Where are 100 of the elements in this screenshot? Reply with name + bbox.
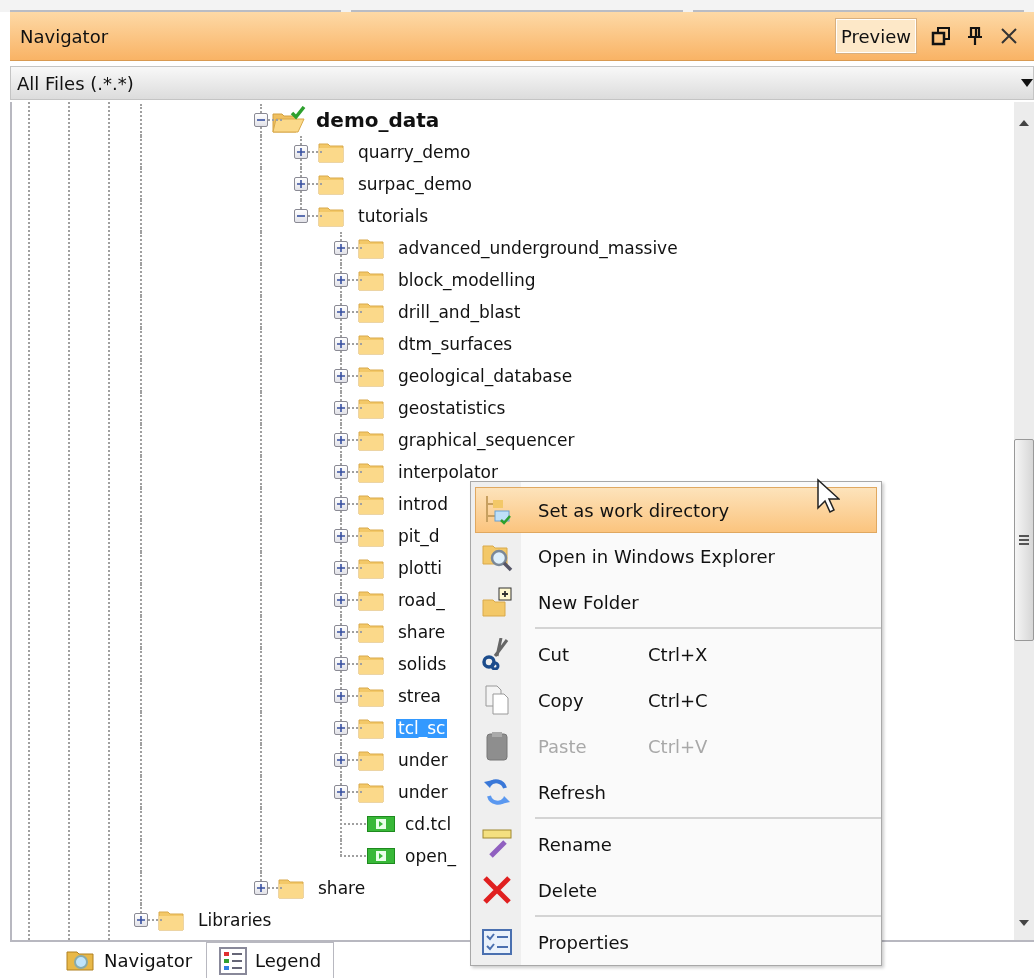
expand-toggle[interactable] xyxy=(334,529,348,543)
tree-item[interactable]: strea xyxy=(396,686,443,706)
plus-icon xyxy=(337,468,345,476)
expand-toggle[interactable] xyxy=(334,593,348,607)
folder-icon xyxy=(318,205,344,227)
scrollbar[interactable] xyxy=(1014,102,1034,940)
tree-item[interactable]: open_ xyxy=(403,846,458,866)
collapse-toggle[interactable] xyxy=(254,113,268,127)
tree-item[interactable]: geostatistics xyxy=(396,398,508,418)
folder-icon xyxy=(358,397,384,419)
expand-toggle[interactable] xyxy=(334,241,348,255)
folder-icon xyxy=(358,653,384,675)
folder-icon xyxy=(358,269,384,291)
tree-item[interactable]: share xyxy=(316,878,368,898)
new-folder-icon xyxy=(481,586,513,618)
folder-icon xyxy=(358,589,384,611)
expand-toggle[interactable] xyxy=(134,913,148,927)
menu-item[interactable]: Refresh xyxy=(475,769,877,815)
plus-icon xyxy=(297,148,305,156)
folder-icon xyxy=(358,685,384,707)
menu-item[interactable]: Open in Windows Explorer xyxy=(475,533,877,579)
legend-icon xyxy=(219,946,248,975)
tree-item[interactable]: interpolator xyxy=(396,462,500,482)
folder-icon xyxy=(358,621,384,643)
folder-icon xyxy=(318,173,344,195)
tree-item[interactable]: geological_database xyxy=(396,366,575,386)
expand-toggle[interactable] xyxy=(334,305,348,319)
folder-icon xyxy=(358,237,384,259)
expand-toggle[interactable] xyxy=(334,337,348,351)
restore-icon xyxy=(931,26,951,46)
collapse-toggle[interactable] xyxy=(294,209,308,223)
plus-icon xyxy=(337,308,345,316)
tree-item[interactable]: tutorials xyxy=(356,206,431,226)
expand-toggle[interactable] xyxy=(334,433,348,447)
scroll-thumb[interactable] xyxy=(1014,439,1034,641)
menu-item[interactable]: Copy Ctrl+C xyxy=(475,677,877,723)
filter-dropdown[interactable]: All Files (.*.*) xyxy=(10,66,1034,100)
expand-toggle[interactable] xyxy=(334,657,348,671)
folder-icon xyxy=(318,141,344,163)
tree-item[interactable]: quarry_demo xyxy=(356,142,473,162)
folder-icon xyxy=(158,909,184,931)
plus-icon xyxy=(297,180,305,188)
plus-icon xyxy=(337,564,345,572)
menu-item[interactable]: Cut Ctrl+X xyxy=(475,631,877,677)
tree-item[interactable]: Libraries xyxy=(196,910,274,930)
tree-item[interactable]: graphical_sequencer xyxy=(396,430,577,450)
expand-toggle[interactable] xyxy=(334,401,348,415)
expand-toggle[interactable] xyxy=(334,369,348,383)
folder-check-icon xyxy=(272,106,306,134)
folder-search-icon xyxy=(66,948,96,972)
tree-item[interactable]: drill_and_blast xyxy=(396,302,523,322)
plus-icon xyxy=(337,660,345,668)
expand-toggle[interactable] xyxy=(334,785,348,799)
menu-item[interactable]: Set as work directory xyxy=(475,487,877,533)
menu-item[interactable]: Delete xyxy=(475,867,877,913)
folder-icon xyxy=(358,301,384,323)
tree-item[interactable]: surpac_demo xyxy=(356,174,474,194)
preview-button[interactable]: Preview xyxy=(835,19,916,53)
script-file-icon xyxy=(367,848,395,864)
tree-item[interactable]: cd.tcl xyxy=(403,814,454,834)
tree-item[interactable]: advanced_underground_massive xyxy=(396,238,680,258)
folder-icon xyxy=(358,493,384,515)
tree-item[interactable]: plotti xyxy=(396,558,444,578)
plus-icon xyxy=(337,340,345,348)
tree-item[interactable]: block_modelling xyxy=(396,270,538,290)
minus-icon xyxy=(297,212,305,220)
expand-toggle[interactable] xyxy=(294,177,308,191)
expand-toggle[interactable] xyxy=(334,273,348,287)
dropdown-arrow-icon xyxy=(1021,79,1033,87)
tree-item[interactable]: share xyxy=(396,622,448,642)
panel-tab[interactable]: Legend xyxy=(207,942,335,978)
pin-icon xyxy=(966,26,984,46)
tree-item[interactable]: under xyxy=(396,750,450,770)
tree-item[interactable]: solids xyxy=(396,654,449,674)
expand-toggle[interactable] xyxy=(334,689,348,703)
folder-icon xyxy=(358,333,384,355)
folder-icon xyxy=(358,461,384,483)
expand-toggle[interactable] xyxy=(334,753,348,767)
tree-item[interactable]: demo_data xyxy=(314,110,442,130)
expand-toggle[interactable] xyxy=(334,721,348,735)
tree-item[interactable]: introd xyxy=(396,494,450,514)
plus-icon xyxy=(337,532,345,540)
expand-toggle[interactable] xyxy=(334,561,348,575)
plus-icon xyxy=(257,884,265,892)
tree-item[interactable]: under xyxy=(396,782,450,802)
folder-icon xyxy=(358,365,384,387)
scroll-down-arrow-icon[interactable] xyxy=(1019,920,1029,926)
expand-toggle[interactable] xyxy=(334,625,348,639)
panel-title: Navigator xyxy=(20,25,110,47)
menu-item[interactable]: Properties xyxy=(475,919,877,965)
expand-toggle[interactable] xyxy=(294,145,308,159)
tree-item[interactable]: dtm_surfaces xyxy=(396,334,515,354)
scroll-up-arrow-icon[interactable] xyxy=(1019,120,1029,126)
expand-toggle[interactable] xyxy=(254,881,268,895)
tree-item[interactable]: pit_d xyxy=(396,526,442,546)
menu-item[interactable]: New Folder xyxy=(475,579,877,625)
expand-toggle[interactable] xyxy=(334,465,348,479)
menu-item[interactable]: Rename xyxy=(475,821,877,867)
tree-item[interactable]: road_ xyxy=(396,590,447,610)
expand-toggle[interactable] xyxy=(334,497,348,511)
